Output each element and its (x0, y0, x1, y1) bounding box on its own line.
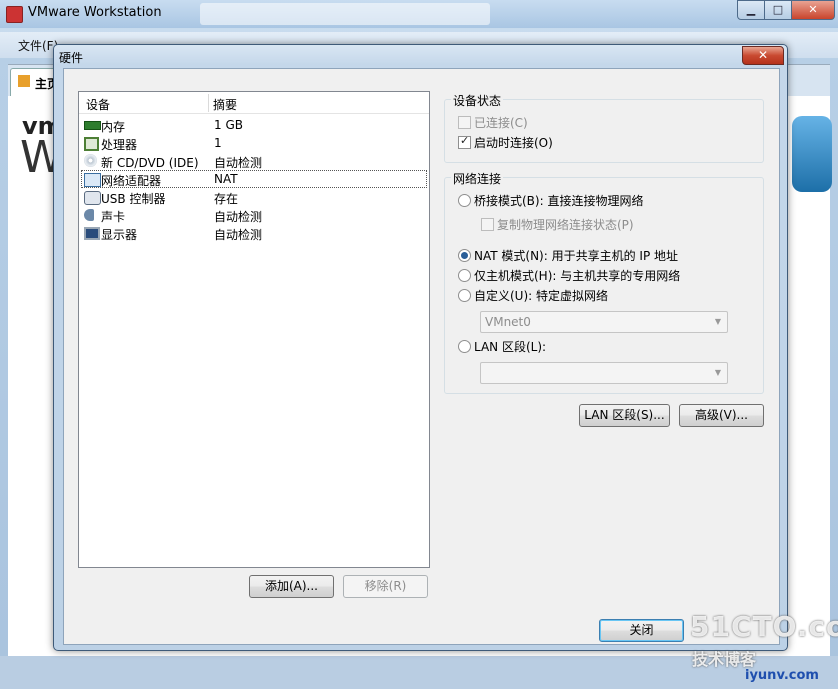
nat-radio[interactable] (458, 249, 471, 262)
host-only-radio[interactable] (458, 269, 471, 282)
watermark-tech-blog: 技术博客 (692, 650, 757, 669)
lan-segment-radio[interactable] (458, 340, 471, 353)
host-only-label: 仅主机模式(H): 与主机共享的专用网络 (474, 269, 681, 283)
processor-icon (84, 137, 99, 151)
network-connection-title: 网络连接 (451, 170, 504, 187)
advanced-button[interactable]: 高级(V)... (679, 404, 764, 427)
custom-radio[interactable] (458, 289, 471, 302)
dialog-close-button[interactable]: ✕ (742, 46, 784, 65)
lan-segment-select[interactable]: ▼ (480, 362, 728, 384)
replicate-state-label: 复制物理网络连接状态(P) (497, 218, 634, 232)
device-name: 处理器 (101, 138, 138, 152)
column-header-summary[interactable]: 摘要 (213, 96, 237, 113)
network-adapter-icon (84, 173, 101, 187)
window-close-button[interactable]: ✕ (791, 0, 835, 20)
device-list[interactable]: 设备 摘要 内存 1 GB 处理器 1 新 CD/DVD (IDE) 自动检测 (78, 91, 430, 568)
replicate-state-checkbox[interactable] (481, 218, 494, 231)
connect-at-power-on-label: 启动时连接(O) (474, 136, 553, 150)
minimize-button[interactable]: ▁ (737, 0, 765, 20)
blurred-title-area (200, 3, 490, 25)
hardware-dialog: 硬件 ✕ 设备 摘要 内存 1 GB 处理器 1 新 CD/DVD (IDE) … (53, 44, 788, 651)
connect-at-power-on-checkbox[interactable]: ✓ (458, 134, 471, 149)
list-item-usb-controller[interactable]: USB 控制器 存在 (81, 188, 427, 206)
cd-dvd-icon (84, 154, 97, 167)
watermark-iyunv: iyunv.com (745, 668, 819, 683)
lan-segments-button[interactable]: LAN 区段(S)... (579, 404, 670, 427)
close-button[interactable]: 关闭 (599, 619, 684, 642)
device-summary: 存在 (214, 192, 239, 206)
nat-label: NAT 模式(N): 用于共享主机的 IP 地址 (474, 249, 679, 263)
device-summary: NAT (214, 172, 238, 186)
device-summary: 1 (214, 136, 222, 150)
vmware-app-icon (6, 6, 23, 23)
app-title: VMware Workstation (28, 5, 162, 20)
list-item-processor[interactable]: 处理器 1 (81, 134, 427, 152)
column-separator[interactable] (208, 94, 209, 112)
bridged-label: 桥接模式(B): 直接连接物理网络 (474, 194, 644, 208)
device-name: 显示器 (101, 228, 138, 242)
device-name: 内存 (101, 120, 126, 134)
lan-segment-label: LAN 区段(L): (474, 340, 547, 354)
add-button[interactable]: 添加(A)... (249, 575, 334, 598)
list-item-display[interactable]: 显示器 自动检测 (81, 224, 427, 242)
list-item-cd-dvd[interactable]: 新 CD/DVD (IDE) 自动检测 (81, 152, 427, 170)
watermark-51cto: 51CTO.com (690, 610, 838, 643)
sound-card-icon (84, 209, 94, 221)
main-title-bar: VMware Workstation ▁ □ ✕ (0, 0, 838, 28)
home-icon (18, 75, 30, 87)
device-summary: 自动检测 (214, 228, 263, 242)
maximize-button[interactable]: □ (764, 0, 792, 20)
connected-checkbox[interactable] (458, 116, 471, 129)
connected-label: 已连接(C) (474, 116, 528, 130)
chevron-down-icon: ▼ (714, 368, 721, 377)
device-name: 声卡 (101, 210, 126, 224)
radio-selected-dot (461, 252, 468, 259)
device-status-title: 设备状态 (451, 92, 504, 109)
device-summary: 1 GB (214, 118, 243, 132)
custom-network-value: VMnet0 (485, 315, 531, 329)
dialog-title: 硬件 (59, 51, 84, 65)
device-status-group: 设备状态 已连接(C) ✓ 启动时连接(O) (444, 92, 764, 163)
usb-icon (84, 191, 101, 205)
chevron-down-icon: ▼ (714, 317, 721, 326)
memory-icon (84, 121, 101, 130)
device-name: USB 控制器 (101, 192, 166, 206)
custom-label: 自定义(U): 特定虚拟网络 (474, 289, 609, 303)
bridged-radio[interactable] (458, 194, 471, 207)
list-item-sound-card[interactable]: 声卡 自动检测 (81, 206, 427, 224)
device-summary: 自动检测 (214, 156, 263, 170)
display-icon (84, 227, 100, 240)
device-name: 新 CD/DVD (IDE) (101, 156, 199, 170)
custom-network-select[interactable]: VMnet0 ▼ (480, 311, 728, 333)
list-item-memory[interactable]: 内存 1 GB (81, 116, 427, 134)
device-summary: 自动检测 (214, 210, 263, 224)
remove-button[interactable]: 移除(R) (343, 575, 428, 598)
column-header-device[interactable]: 设备 (86, 96, 110, 113)
list-item-network-adapter[interactable]: 网络适配器 NAT (81, 170, 427, 188)
dialog-body: 设备 摘要 内存 1 GB 处理器 1 新 CD/DVD (IDE) 自动检测 (63, 68, 780, 645)
device-name: 网络适配器 (101, 174, 162, 188)
network-connection-group: 网络连接 桥接模式(B): 直接连接物理网络 复制物理网络连接状态(P) NAT… (444, 170, 764, 394)
home-action-tile[interactable] (792, 116, 832, 192)
header-divider (79, 113, 429, 114)
